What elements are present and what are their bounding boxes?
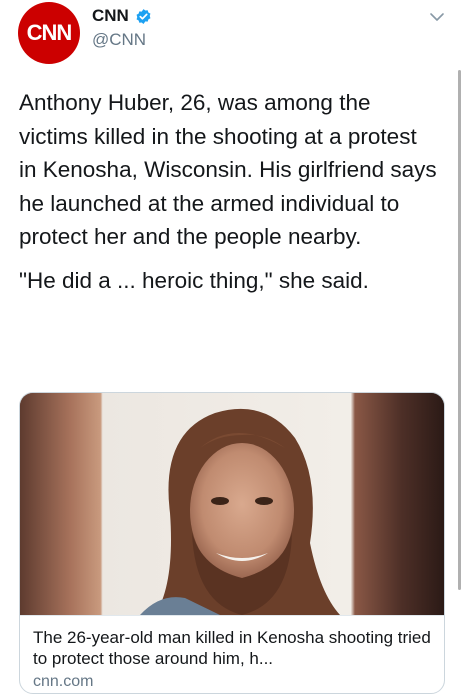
- author-display-name[interactable]: CNN: [92, 6, 129, 26]
- card-title[interactable]: The 26-year-old man killed in Kenosha sh…: [33, 627, 431, 669]
- card-domain: cnn.com: [33, 673, 94, 690]
- tweet-paragraph: "He did a ... heroic thing," she said.: [19, 267, 369, 293]
- verified-badge-icon: [136, 8, 151, 24]
- cnn-logo: CNN: [26, 20, 73, 45]
- author-name-row: CNN: [92, 6, 152, 26]
- card-image: [20, 393, 444, 615]
- link-preview-card[interactable]: The 26-year-old man killed in Kenosha sh…: [19, 392, 445, 694]
- tweet-paragraph: Anthony Huber, 26, was among the victims…: [19, 90, 437, 249]
- avatar[interactable]: CNN: [18, 2, 80, 64]
- scrollbar[interactable]: [458, 70, 461, 590]
- tweet: CNN CNN @CNN Anthony Huber, 26, was amon…: [0, 0, 465, 694]
- tweet-text: Anthony Huber, 26, was among the victims…: [19, 86, 439, 297]
- author-handle[interactable]: @CNN: [92, 30, 146, 50]
- chevron-down-icon[interactable]: [428, 10, 446, 24]
